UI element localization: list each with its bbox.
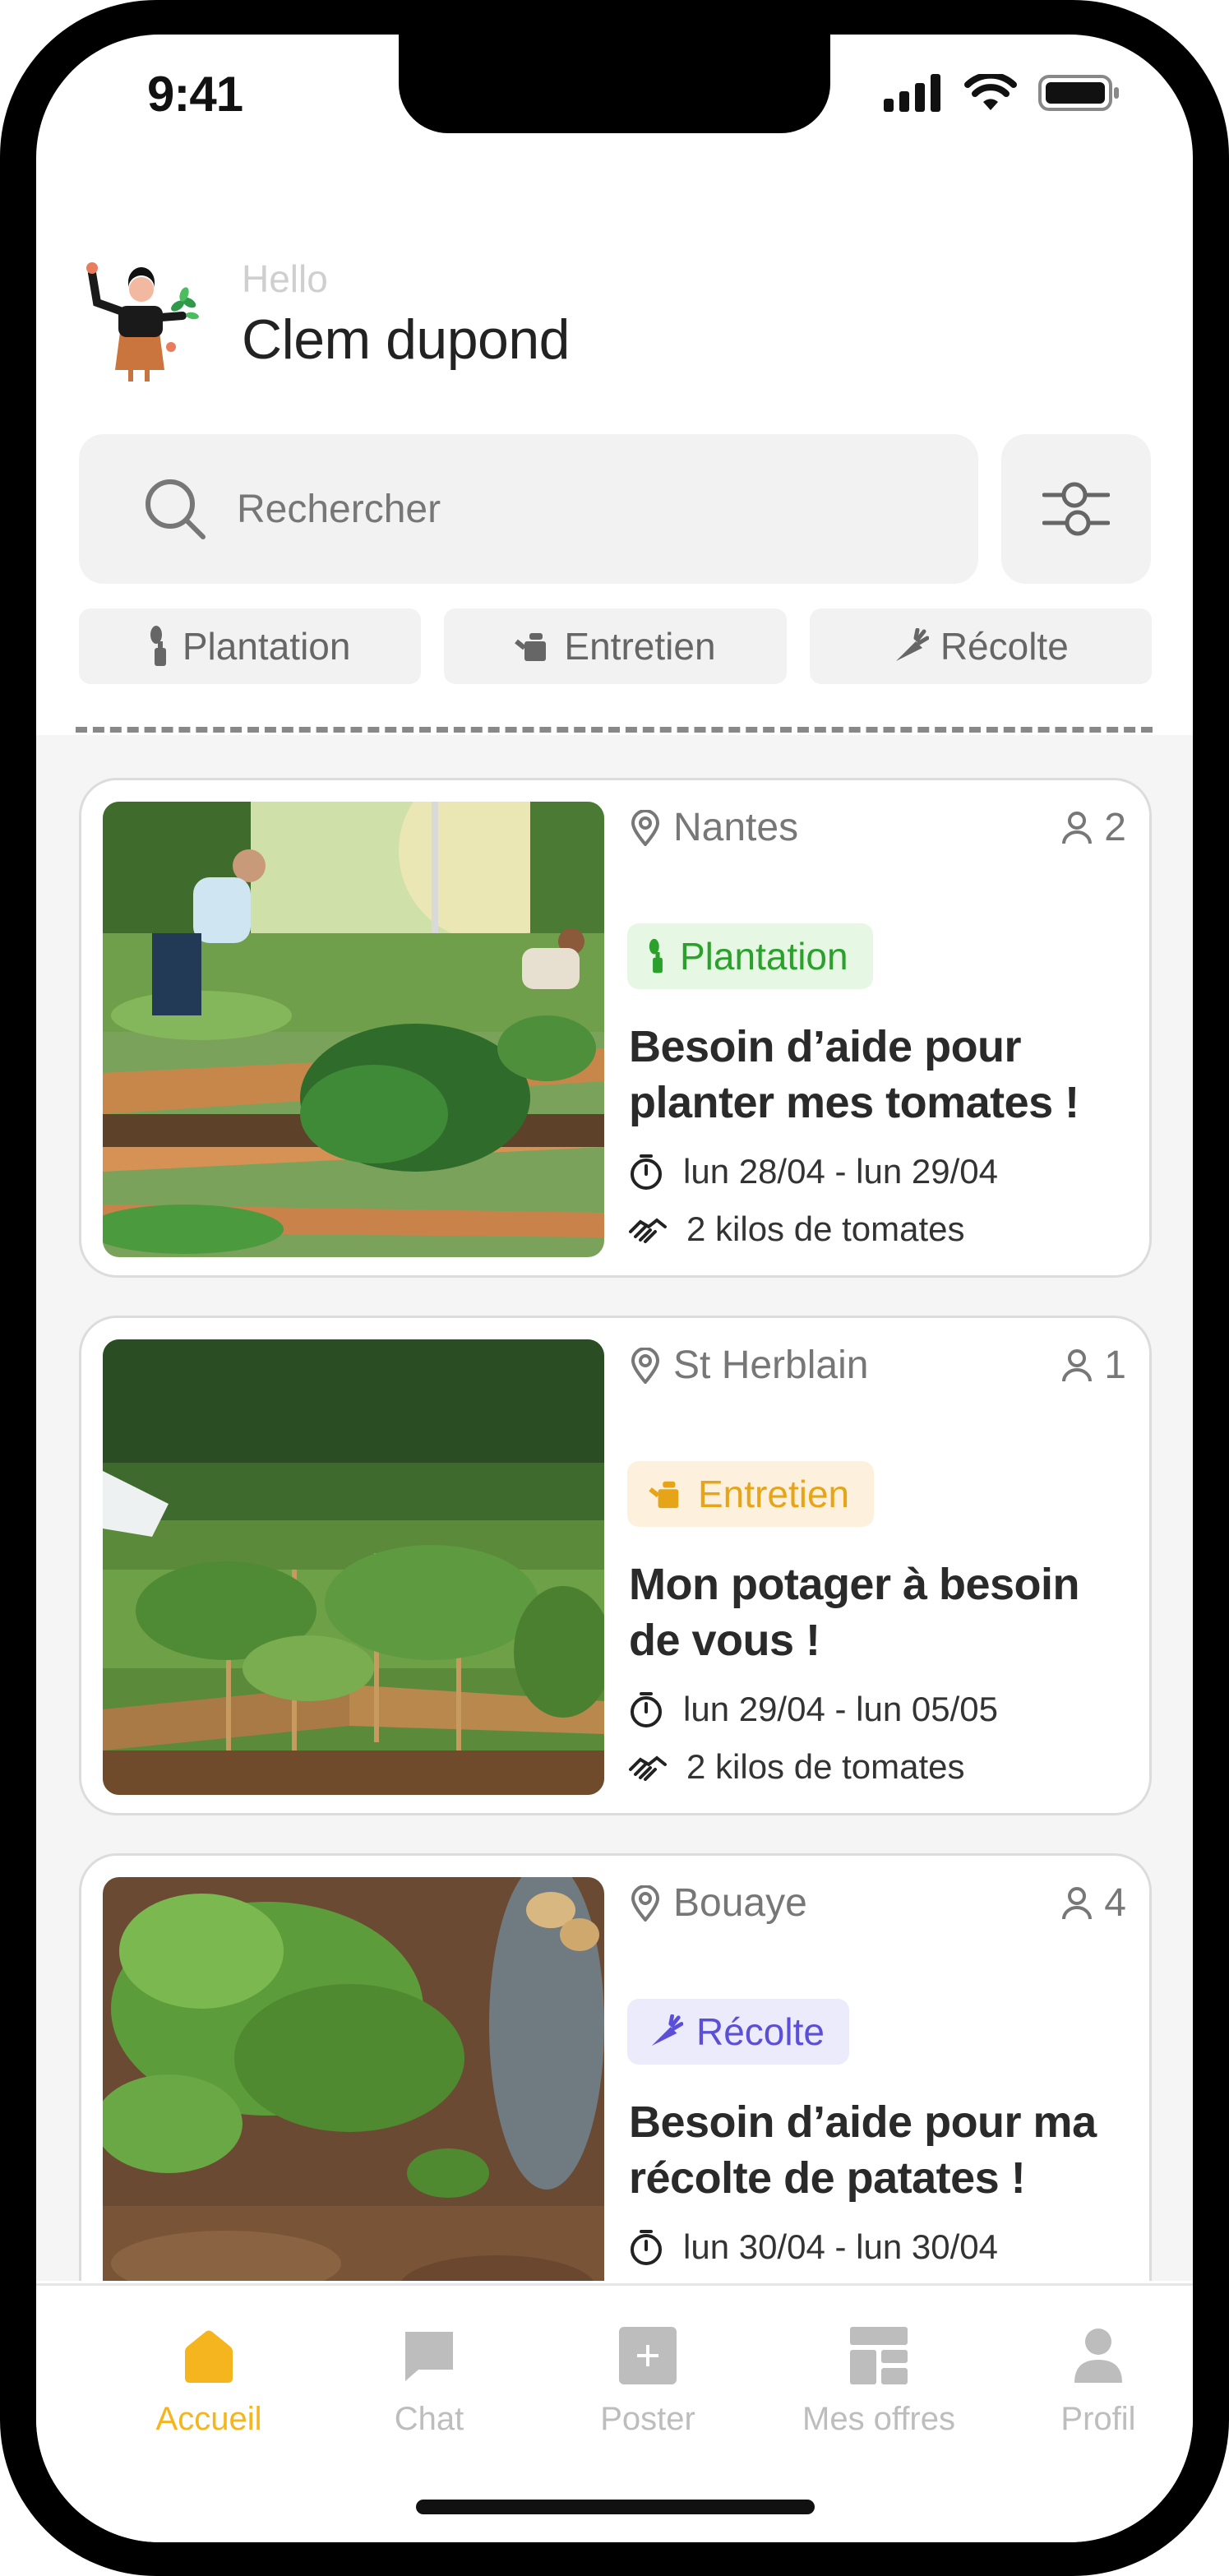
offer-reward: 2 kilos de tomates xyxy=(629,1209,965,1249)
offer-participants: 4 xyxy=(1061,1880,1126,1926)
tab-label: Mes offres xyxy=(802,2401,955,2437)
location-text: St Herblain xyxy=(673,1343,869,1387)
dashboard-icon xyxy=(850,2327,908,2384)
carrot-icon xyxy=(895,628,929,661)
home-icon xyxy=(185,2330,233,2383)
tab-chat[interactable]: Chat xyxy=(330,2327,528,2438)
reward-text: 2 kilos de tomates xyxy=(686,1209,965,1248)
category-filters: Plantation Entretien Récolte xyxy=(79,608,1152,684)
user-name: Clem dupond xyxy=(242,308,570,371)
greeting-block: Hello Clem dupond xyxy=(242,257,570,372)
filter-plantation[interactable]: Plantation xyxy=(79,608,422,684)
timer-icon xyxy=(631,1692,662,1727)
offer-location: Nantes xyxy=(631,805,798,850)
handshake-icon xyxy=(629,1218,667,1243)
tab-label: Accueil xyxy=(155,2401,262,2437)
map-pin-icon xyxy=(631,809,660,846)
status-icons xyxy=(884,74,1120,112)
offer-dates: lun 29/04 - lun 05/05 xyxy=(629,1690,998,1729)
tab-accueil[interactable]: Accueil xyxy=(110,2327,307,2438)
search-input[interactable] xyxy=(237,486,894,532)
offer-image xyxy=(103,802,604,1257)
watering-can-icon xyxy=(515,633,547,661)
app-screen: 9:41 Hello Clem dupond Rechercher Planta… xyxy=(36,35,1193,2542)
offer-participants: 1 xyxy=(1061,1343,1126,1388)
participants-count: 4 xyxy=(1104,1881,1126,1925)
person-icon xyxy=(1062,1348,1093,1381)
avatar[interactable] xyxy=(85,257,201,388)
offer-image xyxy=(103,1877,604,2281)
category-badge: Entretien xyxy=(627,1461,875,1527)
filter-settings-button[interactable] xyxy=(1001,434,1151,584)
location-text: Nantes xyxy=(673,806,799,849)
header xyxy=(85,257,201,388)
category-badge: Récolte xyxy=(627,1999,849,2065)
map-pin-icon xyxy=(631,1347,660,1384)
home-indicator[interactable] xyxy=(416,2500,815,2514)
offer-location: Bouaye xyxy=(631,1880,807,1926)
category-label: Récolte xyxy=(696,2010,825,2053)
participants-count: 2 xyxy=(1104,806,1126,849)
timer-icon xyxy=(631,2230,662,2265)
user-icon xyxy=(1074,2329,1122,2383)
offer-dates: lun 28/04 - lun 29/04 xyxy=(629,1152,998,1191)
dates-text: lun 28/04 - lun 29/04 xyxy=(683,1152,998,1191)
tab-label: Chat xyxy=(394,2401,464,2437)
offer-dates: lun 30/04 - lun 30/04 xyxy=(629,2227,998,2267)
participants-count: 1 xyxy=(1104,1343,1126,1387)
offer-participants: 2 xyxy=(1061,805,1126,850)
category-label: Plantation xyxy=(680,935,848,978)
handshake-icon xyxy=(629,1755,667,1781)
person-icon xyxy=(1062,1886,1093,1919)
offer-card[interactable]: St Herblain 1 Entretien Mon potager à be… xyxy=(79,1316,1152,1815)
offer-card[interactable]: Nantes 2 Plantation Besoin d’aide pour p… xyxy=(79,778,1152,1278)
dates-text: lun 30/04 - lun 30/04 xyxy=(683,2227,998,2266)
tab-poster[interactable]: Poster xyxy=(549,2327,746,2438)
search-icon xyxy=(146,479,206,539)
offer-title: Besoin d’aide pour planter mes tomates ! xyxy=(629,1022,1079,1127)
filter-label: Plantation xyxy=(182,625,351,668)
carrot-icon xyxy=(651,2014,683,2046)
divider xyxy=(76,727,1153,733)
tab-profil[interactable]: Profil xyxy=(1000,2327,1193,2438)
search-bar[interactable] xyxy=(79,434,978,584)
offer-title: Besoin d’aide pour ma récolte de patates… xyxy=(629,2097,1097,2203)
person-icon xyxy=(1062,811,1093,844)
filter-entretien[interactable]: Entretien xyxy=(444,608,787,684)
sprout-icon xyxy=(649,938,663,974)
filter-recolte[interactable]: Récolte xyxy=(809,608,1152,684)
offers-feed[interactable]: Nantes 2 Plantation Besoin d’aide pour p… xyxy=(36,735,1193,2281)
chat-icon xyxy=(405,2332,453,2381)
offer-image xyxy=(103,1339,604,1795)
dates-text: lun 29/04 - lun 05/05 xyxy=(683,1690,998,1728)
watering-can-icon xyxy=(649,1481,679,1509)
reward-text: 2 kilos de tomates xyxy=(686,1747,965,1786)
greeting-text: Hello xyxy=(242,257,328,300)
category-badge: Plantation xyxy=(627,923,873,989)
map-pin-icon xyxy=(631,1885,660,1922)
sliders-icon xyxy=(1042,482,1110,536)
phone-frame: 9:41 Hello Clem dupond Rechercher Planta… xyxy=(0,0,1229,2576)
filter-label: Récolte xyxy=(940,625,1069,668)
notch xyxy=(399,35,830,133)
timer-icon xyxy=(631,1154,662,1190)
tab-label: Poster xyxy=(600,2401,695,2437)
offer-reward: 2 kilos de tomates xyxy=(629,1747,965,1787)
wifi-icon xyxy=(964,74,1017,110)
tab-mes-offres[interactable]: Mes offres xyxy=(780,2327,977,2438)
offer-title: Mon potager à besoin de vous ! xyxy=(629,1560,1080,1665)
category-label: Entretien xyxy=(698,1473,850,1515)
battery-icon xyxy=(1038,75,1119,111)
signal-icon xyxy=(884,74,940,112)
status-time: 9:41 xyxy=(147,67,243,122)
filter-label: Entretien xyxy=(564,625,716,668)
offer-card[interactable]: Bouaye 4 Récolte Besoin d’aide pour ma r… xyxy=(79,1853,1152,2281)
sprout-icon xyxy=(150,626,166,666)
offer-location: St Herblain xyxy=(631,1343,868,1388)
plus-square-icon xyxy=(619,2327,677,2384)
location-text: Bouaye xyxy=(673,1881,807,1925)
tab-label: Profil xyxy=(1060,2401,1136,2437)
